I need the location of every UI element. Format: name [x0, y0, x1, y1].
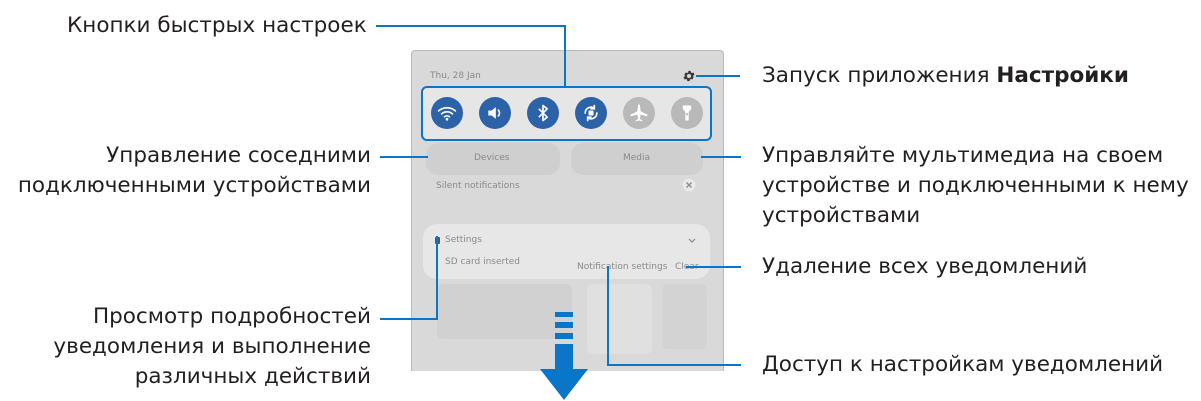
label-nearby-line: подключенными устройствами: [17, 173, 371, 198]
background-block: [587, 284, 652, 354]
airplane-mode-button[interactable]: [623, 97, 655, 129]
notification-settings-button[interactable]: Notification settings: [577, 262, 667, 272]
label-details-line: уведомления и выполнение: [53, 334, 371, 359]
label-media: Управляйте мультимедиа на своем устройст…: [762, 141, 1189, 231]
leader-line: [564, 25, 566, 87]
notification-text: SD card inserted: [445, 257, 520, 267]
chevron-down-icon[interactable]: [688, 238, 696, 244]
devices-button[interactable]: Devices: [426, 143, 560, 175]
wifi-button[interactable]: [431, 97, 463, 129]
label-nearby-devices: Управление соседними подключенными устро…: [18, 141, 371, 201]
media-button[interactable]: Media: [571, 143, 703, 175]
label-notification-details: Просмотр подробностей уведомления и выпо…: [53, 302, 371, 392]
label-clear-all: Удаление всех уведомлений: [762, 254, 1088, 279]
label-notification-settings: Доступ к настройкам уведомлений: [762, 352, 1164, 377]
silent-notifications-heading: Silent notifications: [436, 181, 520, 191]
label-nearby-line: Управление соседними: [106, 143, 371, 168]
leader-line: [607, 364, 741, 366]
label-quick-settings: Кнопки быстрых настроек: [67, 13, 367, 38]
label-launch-settings-prefix: Запуск приложения: [762, 63, 997, 88]
airplane-mode-icon: [630, 104, 648, 122]
swipe-down-arrow-icon: [540, 312, 588, 400]
leader-line: [607, 266, 609, 366]
leader-line: [380, 318, 436, 320]
leader-line: [436, 236, 438, 320]
close-icon[interactable]: [682, 178, 696, 192]
bluetooth-icon: [538, 104, 548, 122]
label-launch-settings-bold: Настройки: [996, 63, 1129, 88]
leader-line: [701, 156, 741, 158]
background-block: [662, 284, 707, 349]
flashlight-icon: [682, 105, 692, 121]
date-text: Thu, 28 Jan: [430, 71, 481, 81]
media-label: Media: [623, 153, 651, 163]
settings-gear-icon[interactable]: [682, 69, 696, 83]
label-media-line: устройстве и подключенными к нему: [762, 173, 1189, 198]
leader-line: [696, 75, 740, 77]
sound-icon: [488, 107, 501, 119]
label-media-line: устройствами: [762, 203, 921, 228]
label-launch-settings: Запуск приложения Настройки: [762, 61, 1129, 91]
leader-line: [380, 156, 428, 158]
notification-app-name: Settings: [445, 235, 482, 245]
auto-rotate-button[interactable]: [575, 97, 607, 129]
quick-settings-bar: [421, 86, 712, 141]
label-details-line: Просмотр подробностей: [92, 304, 371, 329]
label-details-line: различных действий: [134, 364, 371, 389]
wifi-icon: [437, 106, 457, 121]
sound-button[interactable]: [479, 97, 511, 129]
bluetooth-button[interactable]: [527, 97, 559, 129]
flashlight-button[interactable]: [671, 97, 703, 129]
label-media-line: Управляйте мультимедиа на своем: [762, 143, 1164, 168]
devices-label: Devices: [474, 153, 510, 163]
leader-line: [686, 266, 741, 268]
auto-rotate-icon: [584, 104, 598, 122]
leader-line: [376, 25, 566, 27]
